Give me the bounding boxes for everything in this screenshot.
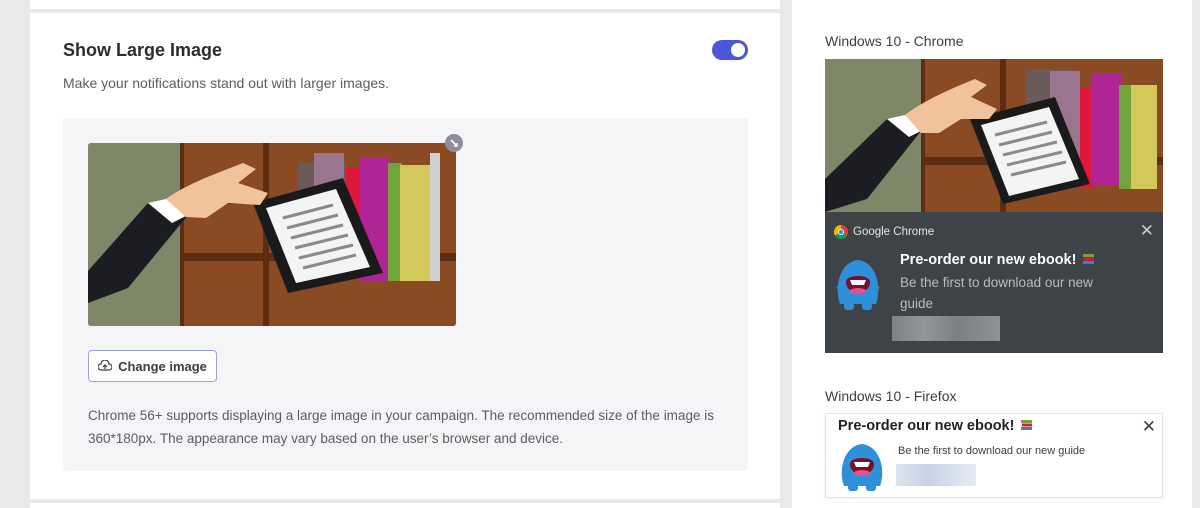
chrome-notification-preview: Google Chrome ✕ Pre-order our new ebook! (825, 59, 1163, 353)
show-large-image-toggle[interactable] (712, 40, 748, 60)
chrome-notification-title: Pre-order our new ebook! (900, 252, 1095, 268)
large-image-settings-card: Show Large Image Make your notifications… (30, 13, 780, 499)
chrome-logo-icon (834, 225, 848, 239)
firefox-preview-label: Windows 10 - Firefox (825, 388, 957, 404)
remove-icon (450, 139, 458, 147)
image-help-text: Chrome 56+ supports displaying a large i… (88, 408, 714, 446)
chrome-title-text: Pre-order our new ebook! (900, 252, 1077, 268)
card-description: Make your notifications stand out with l… (63, 75, 390, 91)
firefox-site-url-blurred (896, 464, 976, 486)
mascot-icon (836, 260, 880, 310)
firefox-close-icon[interactable]: ✕ (1142, 417, 1156, 437)
previous-card-edge (30, 0, 780, 9)
card-title: Show Large Image (63, 40, 223, 60)
next-card-edge (30, 503, 780, 508)
firefox-notification-text: Be the first to download our new guide (898, 445, 1086, 457)
large-image-preview (88, 143, 456, 326)
change-image-label: Change image (118, 358, 207, 374)
toggle-knob (731, 43, 745, 57)
books-emoji-icon (1021, 420, 1033, 430)
firefox-notification-preview: Pre-order our new ebook! ✕ Be the first … (825, 413, 1163, 498)
chrome-close-icon[interactable]: ✕ (1140, 222, 1154, 239)
chrome-notification-body: Google Chrome ✕ Pre-order our new ebook! (825, 212, 1163, 353)
books-emoji-icon (1083, 254, 1095, 264)
bookshelf-illustration (825, 59, 1163, 212)
preview-column: Windows 10 - Chrome Google Chrome ✕ Pre-… (792, 0, 1192, 508)
chrome-site-url-blurred (892, 316, 1000, 341)
image-upload-panel: Change image Chrome 56+ supports display… (63, 118, 748, 471)
change-image-button[interactable]: Change image (88, 350, 217, 382)
mascot-icon (841, 444, 883, 491)
chrome-notification-text: Be the first to download our new guide (900, 275, 1093, 311)
image-upload-icon (98, 360, 113, 371)
firefox-title-text: Pre-order our new ebook! (838, 418, 1015, 434)
chrome-large-image (825, 59, 1163, 212)
remove-image-button[interactable] (445, 134, 463, 152)
firefox-notification-title: Pre-order our new ebook! (838, 418, 1033, 434)
chrome-app-name: Google Chrome (853, 226, 935, 238)
chrome-preview-label: Windows 10 - Chrome (825, 33, 964, 49)
bookshelf-illustration (88, 143, 456, 326)
